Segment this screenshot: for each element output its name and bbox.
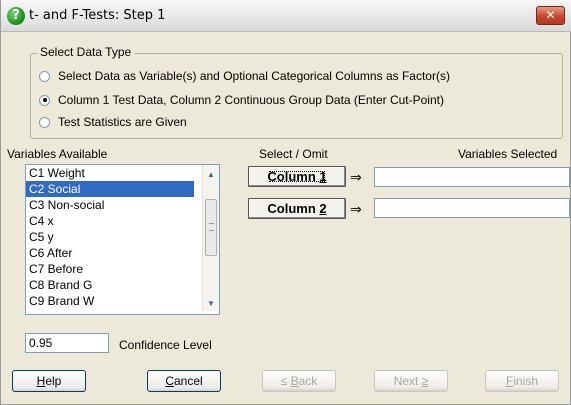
column-1-button[interactable]: Column 1 xyxy=(248,166,346,187)
radio-option-test-statistics[interactable]: Test Statistics are Given xyxy=(39,114,187,130)
radio-button-checked[interactable] xyxy=(39,94,50,106)
radio-button[interactable] xyxy=(39,70,50,82)
scroll-down-icon[interactable]: ▼ xyxy=(203,296,219,312)
title-bar: ? t- and F-Tests: Step 1 ✕ xyxy=(1,0,571,32)
radio-button[interactable] xyxy=(39,116,50,128)
list-item[interactable]: C2 Social xyxy=(26,181,194,197)
cancel-button[interactable]: Cancel xyxy=(147,370,221,392)
column-1-button-label: Column 1 xyxy=(267,169,327,184)
list-item[interactable]: C4 x xyxy=(26,213,194,229)
data-type-legend: Select Data Type xyxy=(37,45,135,59)
next-button[interactable]: Next ≥ xyxy=(374,370,448,392)
list-scrollbar[interactable]: ▲ ▼ xyxy=(202,165,219,311)
column-2-arrow-icon: ⇒ xyxy=(350,201,362,217)
column-2-button-label: Column 2 xyxy=(267,201,327,216)
radio-label: Test Statistics are Given xyxy=(58,115,187,129)
window-title: t- and F-Tests: Step 1 xyxy=(29,8,166,23)
list-item[interactable]: C3 Non-social xyxy=(26,197,194,213)
column-2-button[interactable]: Column 2 xyxy=(248,198,346,219)
list-item[interactable]: C5 y xyxy=(26,229,194,245)
list-item[interactable]: C9 Brand W xyxy=(26,293,194,309)
variables-listbox[interactable]: C1 Weight C2 Social C3 Non-social C4 x C5 yC… xyxy=(25,164,220,315)
scroll-up-icon[interactable]: ▲ xyxy=(203,167,219,183)
radio-label: Select Data as Variable(s) and Optional … xyxy=(58,69,450,83)
back-button[interactable]: ≤ Back xyxy=(262,370,336,392)
list-item[interactable]: C8 Brand G xyxy=(26,277,194,293)
list-item[interactable]: C7 Before xyxy=(26,261,194,277)
finish-button[interactable]: Finish xyxy=(485,370,559,392)
close-button[interactable]: ✕ xyxy=(536,6,565,25)
list-item[interactable]: C1 Weight xyxy=(26,165,194,181)
variables-selected-label: Variables Selected xyxy=(458,147,558,161)
radio-label: Column 1 Test Data, Column 2 Continuous … xyxy=(58,93,444,107)
dialog-window: ? t- and F-Tests: Step 1 ✕ Select Data T… xyxy=(0,0,571,405)
confidence-level-input[interactable]: 0.95 xyxy=(25,333,109,353)
variables-list: C1 Weight C2 Social C3 Non-social C4 x C5 yC… xyxy=(26,165,219,309)
help-button[interactable]: Help xyxy=(12,370,86,392)
radio-option-column-test-data[interactable]: Column 1 Test Data, Column 2 Continuous … xyxy=(39,92,444,108)
select-omit-label: Select / Omit xyxy=(259,147,328,161)
scroll-thumb[interactable] xyxy=(205,199,217,256)
column-1-field[interactable] xyxy=(374,167,570,187)
grip-icon xyxy=(209,223,214,231)
list-item[interactable]: C6 After xyxy=(26,245,194,261)
column-2-field[interactable] xyxy=(374,198,570,218)
variables-available-label: Variables Available xyxy=(7,147,108,161)
column-1-arrow-icon: ⇒ xyxy=(350,169,362,185)
confidence-level-label: Confidence Level xyxy=(119,338,212,352)
question-icon: ? xyxy=(7,7,25,25)
radio-option-variables[interactable]: Select Data as Variable(s) and Optional … xyxy=(39,68,450,84)
